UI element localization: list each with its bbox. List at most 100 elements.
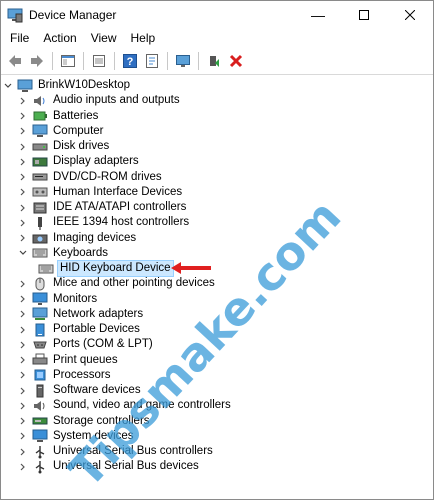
chevron-right-icon[interactable] — [18, 93, 28, 108]
tree-item-monitors[interactable]: Monitors — [18, 292, 99, 307]
chevron-right-icon[interactable] — [18, 353, 28, 368]
tree-item-system-devices[interactable]: System devices — [18, 429, 136, 444]
chevron-right-icon[interactable] — [18, 154, 28, 169]
toolbar: ? — [1, 48, 433, 75]
chevron-right-icon[interactable] — [18, 139, 28, 154]
chevron-down-icon[interactable] — [18, 246, 28, 261]
display-adapter-icon — [32, 155, 48, 169]
tree-item-label: Computer — [53, 124, 104, 137]
update-driver-button[interactable] — [141, 50, 163, 72]
close-icon — [405, 9, 415, 20]
tree-item-display-adapters[interactable]: Display adapters — [18, 154, 141, 169]
menu-action[interactable]: Action — [36, 28, 83, 48]
chevron-right-icon[interactable] — [18, 398, 28, 413]
tree-item-ide-ata-atapi-controllers[interactable]: IDE ATA/ATAPI controllers — [18, 200, 188, 215]
chevron-right-icon[interactable] — [18, 414, 28, 429]
chevron-right-icon[interactable] — [18, 170, 28, 185]
chevron-right-icon[interactable] — [18, 307, 28, 322]
chevron-right-icon[interactable] — [18, 215, 28, 230]
tree-item-mice-and-other-pointing-devices[interactable]: Mice and other pointing devices — [18, 276, 217, 291]
tree-item-label: IDE ATA/ATAPI controllers — [53, 201, 187, 213]
tree-item-print-queues[interactable]: Print queues — [18, 353, 120, 368]
forward-button[interactable] — [26, 50, 48, 72]
tree-item-hid-keyboard-device[interactable]: HID Keyboard Device — [38, 260, 174, 277]
selected-device-label: HID Keyboard Device — [57, 260, 174, 277]
chevron-right-icon[interactable] — [18, 337, 28, 352]
toolbar-separator — [114, 52, 115, 70]
menu-help[interactable]: Help — [124, 28, 163, 48]
chevron-right-icon[interactable] — [18, 383, 28, 398]
chevron-right-icon[interactable] — [18, 444, 28, 459]
ide-icon — [32, 201, 48, 215]
processor-icon — [32, 368, 48, 382]
tree-root[interactable]: BrinkW10Desktop — [3, 78, 132, 93]
chevron-right-icon[interactable] — [18, 109, 28, 124]
window-title: Device Manager — [29, 7, 117, 22]
maximize-icon — [359, 9, 369, 20]
tree-item-portable-devices[interactable]: Portable Devices — [18, 322, 142, 337]
sound-icon — [32, 399, 48, 413]
tree-item-computer[interactable]: Computer — [18, 124, 106, 139]
chevron-right-icon[interactable] — [18, 322, 28, 337]
device-manager-app-icon — [7, 8, 23, 22]
help-button[interactable]: ? — [119, 50, 141, 72]
minimize-button[interactable]: — — [295, 1, 341, 28]
printer-icon — [32, 353, 48, 367]
chevron-right-icon[interactable] — [18, 368, 28, 383]
tree-item-universal-serial-bus-devices[interactable]: Universal Serial Bus devices — [18, 459, 201, 474]
chevron-right-icon[interactable] — [18, 231, 28, 246]
chevron-right-icon[interactable] — [18, 429, 28, 444]
tree-item-dvd-cd-rom-drives[interactable]: DVD/CD-ROM drives — [18, 170, 164, 185]
computer-icon — [17, 79, 33, 93]
enable-device-button[interactable] — [203, 50, 225, 72]
tree-item-label: Display adapters — [53, 155, 139, 168]
tree-item-ports-com-lpt[interactable]: Ports (COM & LPT) — [18, 337, 155, 352]
tree-item-imaging-devices[interactable]: Imaging devices — [18, 231, 138, 246]
properties-pane-icon — [61, 55, 75, 67]
menu-bar: File Action View Help — [1, 28, 433, 48]
firewire-icon — [32, 216, 48, 230]
tree-item-processors[interactable]: Processors — [18, 368, 113, 383]
properties-pane-button[interactable] — [57, 50, 79, 72]
tree-item-human-interface-devices[interactable]: Human Interface Devices — [18, 185, 184, 200]
pointer-arrow-icon — [171, 262, 211, 274]
tree-item-batteries[interactable]: Batteries — [18, 109, 100, 124]
chevron-right-icon[interactable] — [18, 185, 28, 200]
tree-item-disk-drives[interactable]: Disk drives — [18, 139, 111, 154]
portable-icon — [32, 323, 48, 337]
title-bar: Device Manager — — [1, 1, 433, 28]
chevron-down-icon[interactable] — [3, 78, 13, 93]
tree-item-ieee-1394-host-controllers[interactable]: IEEE 1394 host controllers — [18, 215, 191, 230]
help-icon: ? — [123, 54, 137, 68]
maximize-button[interactable] — [341, 1, 387, 28]
speaker-icon — [32, 94, 48, 108]
chevron-right-icon[interactable] — [18, 459, 28, 474]
tree-item-sound-video-and-game-controllers[interactable]: Sound, video and game controllers — [18, 398, 233, 413]
update-driver-icon — [146, 54, 158, 68]
tree-item-software-devices[interactable]: Software devices — [18, 383, 143, 398]
chevron-right-icon[interactable] — [18, 124, 28, 139]
tree-item-label: Print queues — [53, 353, 118, 366]
chevron-right-icon[interactable] — [18, 292, 28, 307]
tree-item-network-adapters[interactable]: Network adapters — [18, 307, 145, 322]
tree-item-universal-serial-bus-controllers[interactable]: Universal Serial Bus controllers — [18, 444, 215, 459]
menu-file[interactable]: File — [3, 28, 36, 48]
uninstall-button[interactable] — [225, 50, 247, 72]
tree-item-audio-inputs-and-outputs[interactable]: Audio inputs and outputs — [18, 93, 182, 108]
dvd-icon — [32, 170, 48, 184]
keyboard-icon — [38, 262, 54, 276]
scan-hardware-button[interactable] — [172, 50, 194, 72]
tree-item-keyboards[interactable]: Keyboards — [18, 246, 110, 261]
back-button[interactable] — [4, 50, 26, 72]
tree-item-label: Network adapters — [53, 307, 144, 320]
tree-item-label: System devices — [53, 429, 134, 442]
tree-item-label: Storage controllers — [53, 414, 150, 427]
tree-item-storage-controllers[interactable]: Storage controllers — [18, 414, 152, 429]
uninstall-icon — [229, 54, 243, 68]
chevron-right-icon[interactable] — [18, 200, 28, 215]
tree-item-label: Keyboards — [53, 246, 108, 259]
show-hide-button[interactable] — [88, 50, 110, 72]
close-button[interactable] — [387, 1, 433, 28]
chevron-right-icon[interactable] — [18, 276, 28, 291]
menu-view[interactable]: View — [84, 28, 124, 48]
